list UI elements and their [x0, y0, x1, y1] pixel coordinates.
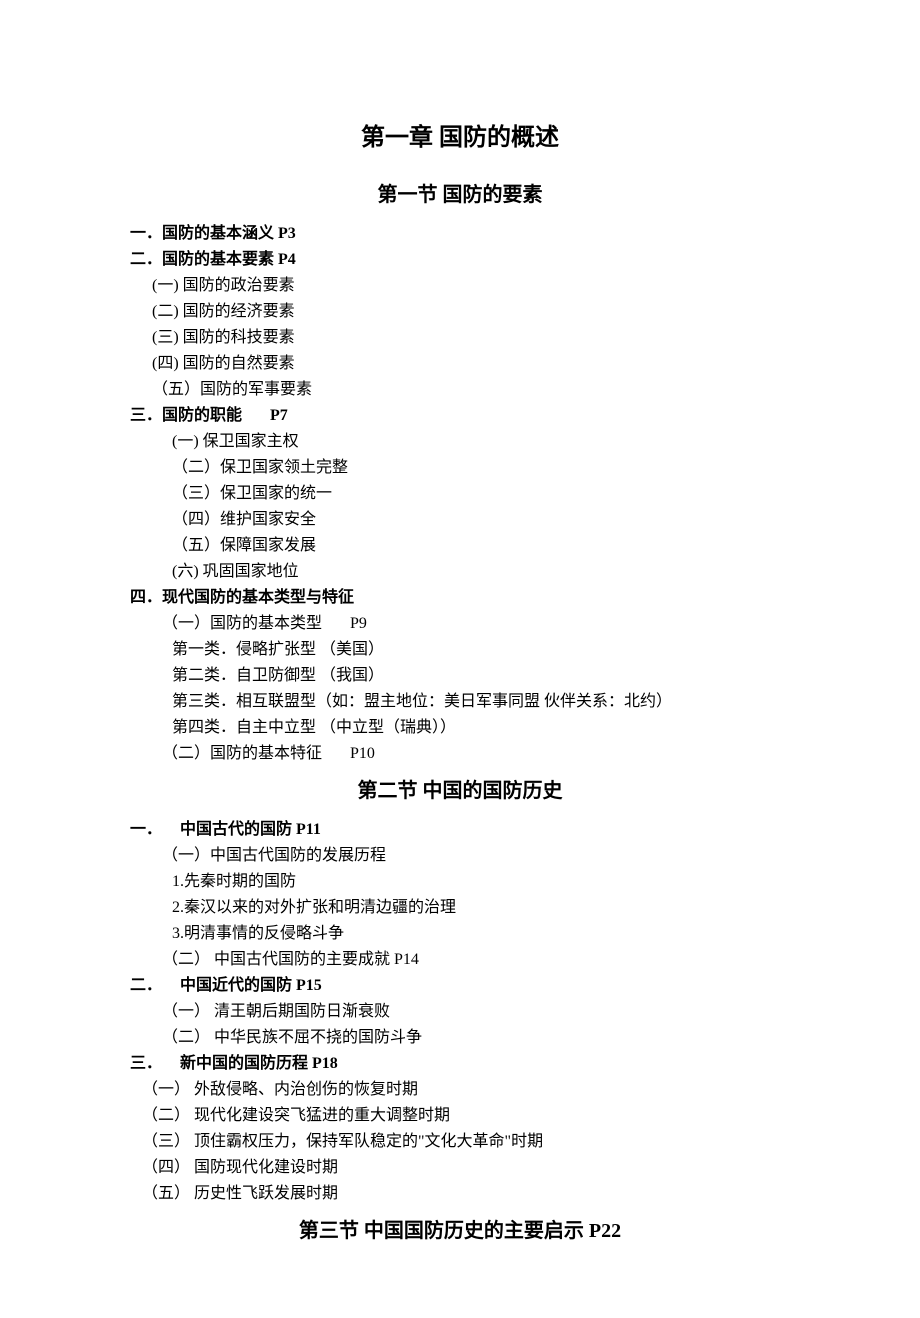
item-s2-1a: （一）中国古代国防的发展历程	[162, 844, 790, 868]
item-s2-3a: （一） 外敌侵略、内治创伤的恢复时期	[142, 1078, 790, 1102]
item-s2-1b: （二） 中国古代国防的主要成就 P14	[162, 948, 790, 972]
heading-2-2-text: 中国近代的国防 P15	[180, 977, 322, 994]
item-s2-1a-1: 1.先秦时期的国防	[172, 870, 790, 894]
heading-2-3-text: 新中国的国防历程 P18	[180, 1055, 338, 1072]
item-2-2: (二) 国防的经济要素	[152, 300, 790, 324]
item-3-6: (六) 巩固国家地位	[172, 560, 790, 584]
item-2-5: （五）国防的军事要素	[152, 378, 790, 402]
heading-4-a: （一）国防的基本类型 P9	[162, 612, 790, 636]
item-3-5: （五）保障国家发展	[172, 534, 790, 558]
heading-2-3-prefix: 三．	[130, 1055, 162, 1072]
item-s2-1a-3: 3.明清事情的反侵略斗争	[172, 922, 790, 946]
heading-1-3-text: 三．国防的职能	[130, 407, 242, 424]
section-1-title: 第一节 国防的要素	[130, 180, 790, 210]
item-3-1: (一) 保卫国家主权	[172, 430, 790, 454]
heading-1-2: 二．国防的基本要素 P4	[130, 248, 790, 272]
heading-2-2-prefix: 二．	[130, 977, 162, 994]
heading-4-a-text: （一）国防的基本类型	[162, 615, 322, 632]
heading-2-3: 三． 新中国的国防历程 P18	[130, 1052, 790, 1076]
item-2-4: (四) 国防的自然要素	[152, 352, 790, 376]
heading-1-3-page: P7	[270, 407, 288, 424]
heading-2-1: 一． 中国古代的国防 P11	[130, 818, 790, 842]
heading-1-1: 一．国防的基本涵义 P3	[130, 222, 790, 246]
item-4a-4: 第四类．自主中立型 （中立型（瑞典））	[172, 716, 790, 740]
item-4a-1: 第一类．侵略扩张型 （美国）	[172, 638, 790, 662]
item-s2-2b: （二） 中华民族不屈不挠的国防斗争	[162, 1026, 790, 1050]
heading-4-a-page: P9	[350, 615, 367, 632]
heading-2-1-text: 中国古代的国防 P11	[180, 821, 321, 838]
item-2-3: (三) 国防的科技要素	[152, 326, 790, 350]
chapter-title: 第一章 国防的概述	[130, 120, 790, 156]
item-2-1: (一) 国防的政治要素	[152, 274, 790, 298]
heading-4-b: （二）国防的基本特征 P10	[162, 742, 790, 766]
item-4a-3: 第三类．相互联盟型（如：盟主地位：美日军事同盟 伙伴关系：北约）	[172, 690, 790, 714]
item-s2-3b: （二） 现代化建设突飞猛进的重大调整时期	[142, 1104, 790, 1128]
section-3-title: 第三节 中国国防历史的主要启示 P22	[130, 1216, 790, 1246]
heading-1-4: 四．现代国防的基本类型与特征	[130, 586, 790, 610]
section-2-title: 第二节 中国的国防历史	[130, 776, 790, 806]
item-s2-3c: （三） 顶住霸权压力，保持军队稳定的"文化大革命"时期	[142, 1130, 790, 1154]
item-s2-3e: （五） 历史性飞跃发展时期	[142, 1182, 790, 1206]
item-s2-2a: （一） 清王朝后期国防日渐衰败	[162, 1000, 790, 1024]
item-3-2: （二）保卫国家领土完整	[172, 456, 790, 480]
item-3-3: （三）保卫国家的统一	[172, 482, 790, 506]
item-s2-1a-2: 2.秦汉以来的对外扩张和明清边疆的治理	[172, 896, 790, 920]
heading-1-3: 三．国防的职能 P7	[130, 404, 790, 428]
heading-4-b-text: （二）国防的基本特征	[162, 745, 322, 762]
heading-2-1-prefix: 一．	[130, 821, 162, 838]
heading-2-2: 二． 中国近代的国防 P15	[130, 974, 790, 998]
item-3-4: （四）维护国家安全	[172, 508, 790, 532]
item-s2-3d: （四） 国防现代化建设时期	[142, 1156, 790, 1180]
heading-4-b-page: P10	[350, 745, 375, 762]
item-4a-2: 第二类．自卫防御型 （我国）	[172, 664, 790, 688]
